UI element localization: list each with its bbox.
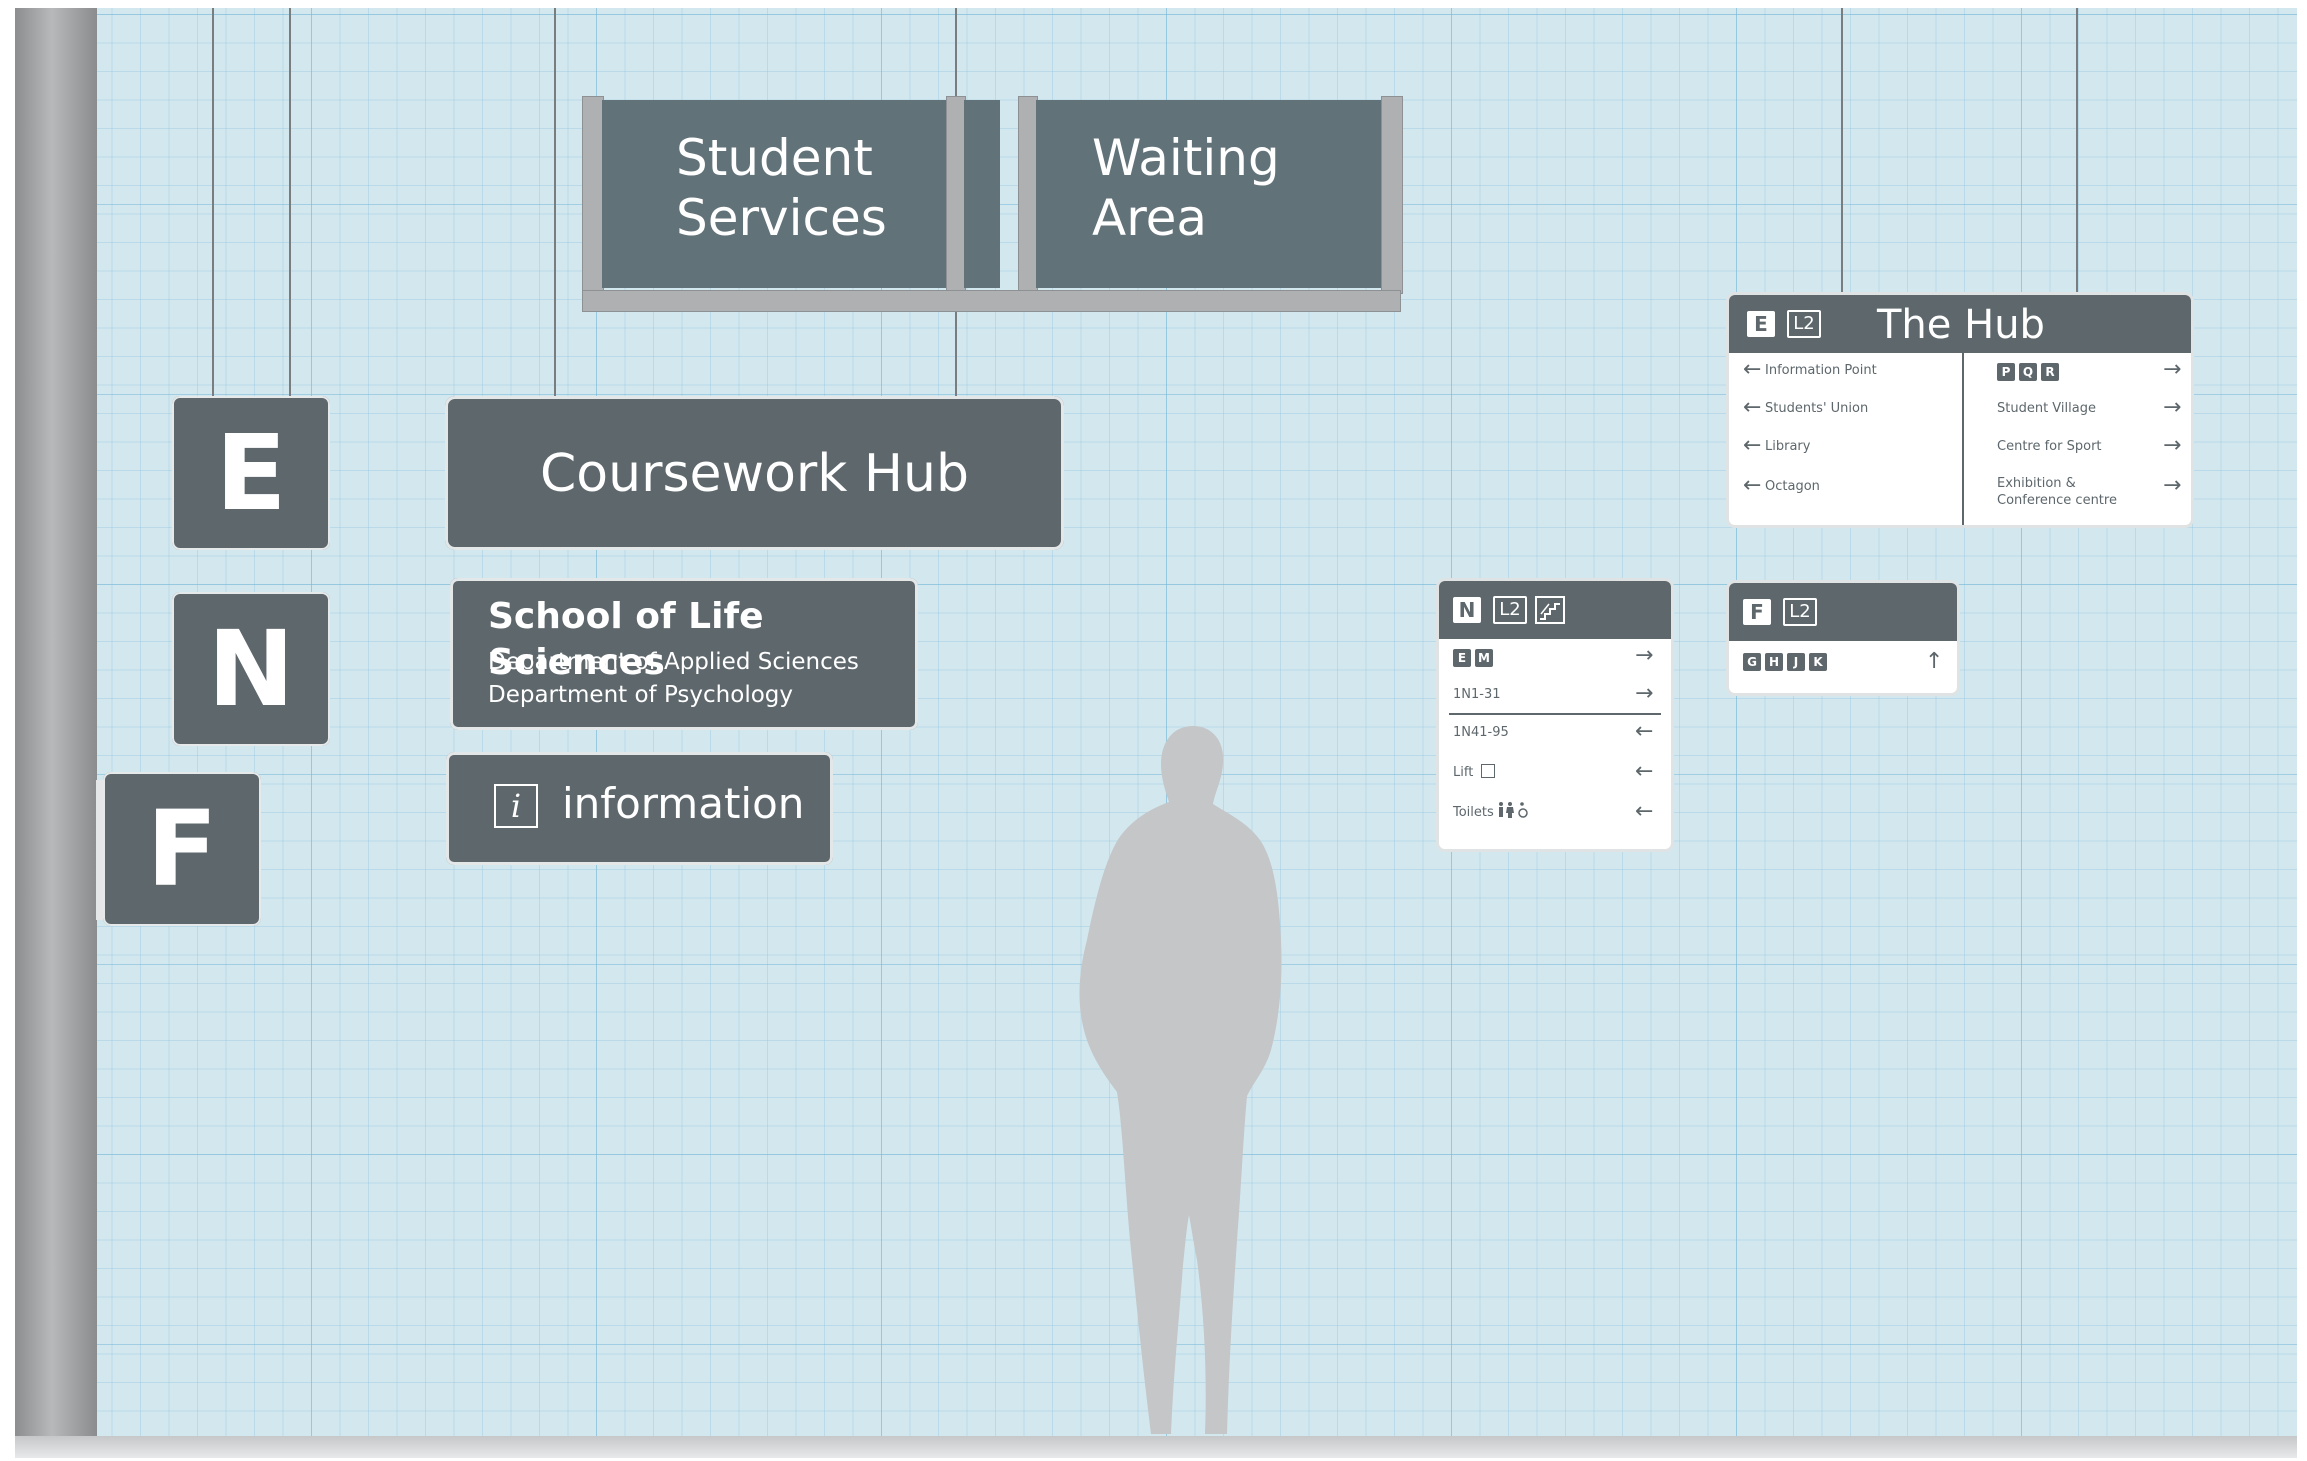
signage-elevation-drawing: Student Services Waiting Area E N F Cour… (0, 0, 2307, 1461)
zone-chip: F (1743, 599, 1771, 625)
panel-header: E L2 The Hub (1729, 295, 2191, 353)
frame-post (1018, 96, 1038, 294)
frame-rail-right (1381, 96, 1403, 294)
lift-icon (1481, 764, 1495, 778)
zone-chip: M (1475, 649, 1493, 667)
frame-panel-right: Waiting Area (1036, 100, 1381, 288)
level-chip: L2 (1783, 598, 1817, 626)
zone-chip: H (1765, 653, 1783, 671)
zone-letter: N (207, 608, 295, 730)
information-label: information (562, 779, 805, 828)
zone-sign-e: E (172, 396, 330, 550)
toilets-label: Toilets (1453, 805, 1494, 820)
zone-chip: N (1453, 597, 1481, 623)
school-sign: School of Life Sciences Department of Ap… (450, 578, 918, 730)
level-chip: L2 (1493, 596, 1527, 624)
arrow-right-icon: → (1635, 643, 1654, 668)
destination-label: Information Point (1765, 363, 1877, 378)
arrow-right-icon: → (2163, 357, 2182, 382)
n-direction-panel: N L2 E M → 1N1-31 → 1N41-95 ← Lift ← Toi… (1436, 578, 1674, 852)
destination-label: Centre for Sport (1997, 439, 2102, 454)
level-chip: L2 (1787, 310, 1821, 338)
panel-header: N L2 (1439, 581, 1671, 639)
arrow-left-icon: ← (1635, 759, 1654, 784)
person-silhouette (1079, 726, 1282, 1434)
row-divider (1449, 713, 1661, 715)
arrow-right-icon: → (2163, 433, 2182, 458)
lift-label: Lift (1453, 765, 1474, 780)
arrow-left-icon: ← (1635, 719, 1654, 744)
destination-label: Library (1765, 439, 1811, 454)
info-icon-letter: i (510, 787, 522, 825)
arrow-left-icon: ← (1743, 357, 1762, 382)
overhead-frame-sign: Student Services Waiting Area (582, 96, 1403, 312)
the-hub-panel: E L2 The Hub ← Information Point ← Stude… (1726, 292, 2194, 528)
department-line: Department of Psychology (488, 682, 793, 708)
department-line: Department of Applied Sciences (488, 649, 859, 675)
coursework-hub-label: Coursework Hub (540, 444, 969, 504)
panel-title: The Hub (1877, 302, 2045, 348)
zone-chip: Q (2019, 363, 2037, 381)
destination-label: Student Village (1997, 401, 2096, 416)
zone-chip: K (1809, 653, 1827, 671)
zone-sign-f: F (103, 772, 261, 926)
room-range-label: 1N1-31 (1453, 687, 1501, 702)
stairs-icon (1535, 596, 1565, 624)
coursework-hub-sign: Coursework Hub (445, 396, 1064, 550)
information-sign: i information (446, 752, 833, 865)
zone-chip: J (1787, 653, 1805, 671)
room-range-label: 1N41-95 (1453, 725, 1509, 740)
zone-chip: P (1997, 363, 2015, 381)
zone-letter: E (215, 412, 287, 534)
frame-panel-left: Student Services (602, 100, 966, 288)
arrow-right-icon: → (1635, 681, 1654, 706)
frame-bottom-bar (582, 290, 1401, 312)
zone-chip: E (1453, 649, 1471, 667)
wire (955, 312, 957, 398)
arrow-left-icon: ← (1743, 433, 1762, 458)
arrow-right-icon: → (2163, 473, 2182, 498)
destination-label: Students' Union (1765, 401, 1869, 416)
waiting-area-label: Waiting Area (1092, 129, 1280, 247)
wire (1841, 8, 1843, 293)
wire (212, 8, 214, 398)
zone-sign-n: N (172, 592, 330, 746)
f-direction-panel: F L2 G H J K ↑ (1726, 580, 1960, 696)
destination-label: Exhibition & Conference centre (1997, 476, 2117, 508)
panel-header: F L2 (1729, 583, 1957, 641)
arrow-left-icon: ← (1743, 473, 1762, 498)
student-services-label: Student Services (676, 129, 887, 247)
zone-letter: F (146, 788, 218, 910)
wire (2076, 8, 2078, 293)
arrow-left-icon: ← (1743, 395, 1762, 420)
arrow-up-icon: ↑ (1925, 649, 1944, 674)
column (15, 8, 97, 1436)
frame-gap (964, 100, 1000, 288)
zone-chip: G (1743, 653, 1761, 671)
arrow-left-icon: ← (1635, 799, 1654, 824)
wire (554, 8, 556, 398)
panel-divider (1962, 353, 1964, 525)
frame-rail-left (582, 96, 604, 294)
zone-chip: E (1747, 311, 1775, 337)
arrow-right-icon: → (2163, 395, 2182, 420)
wire (289, 8, 291, 398)
zone-chip: R (2041, 363, 2059, 381)
frame-post (946, 96, 966, 294)
wire (955, 8, 957, 98)
info-icon: i (494, 784, 538, 828)
toilets-icon (1499, 802, 1528, 818)
destination-label: Octagon (1765, 479, 1820, 494)
